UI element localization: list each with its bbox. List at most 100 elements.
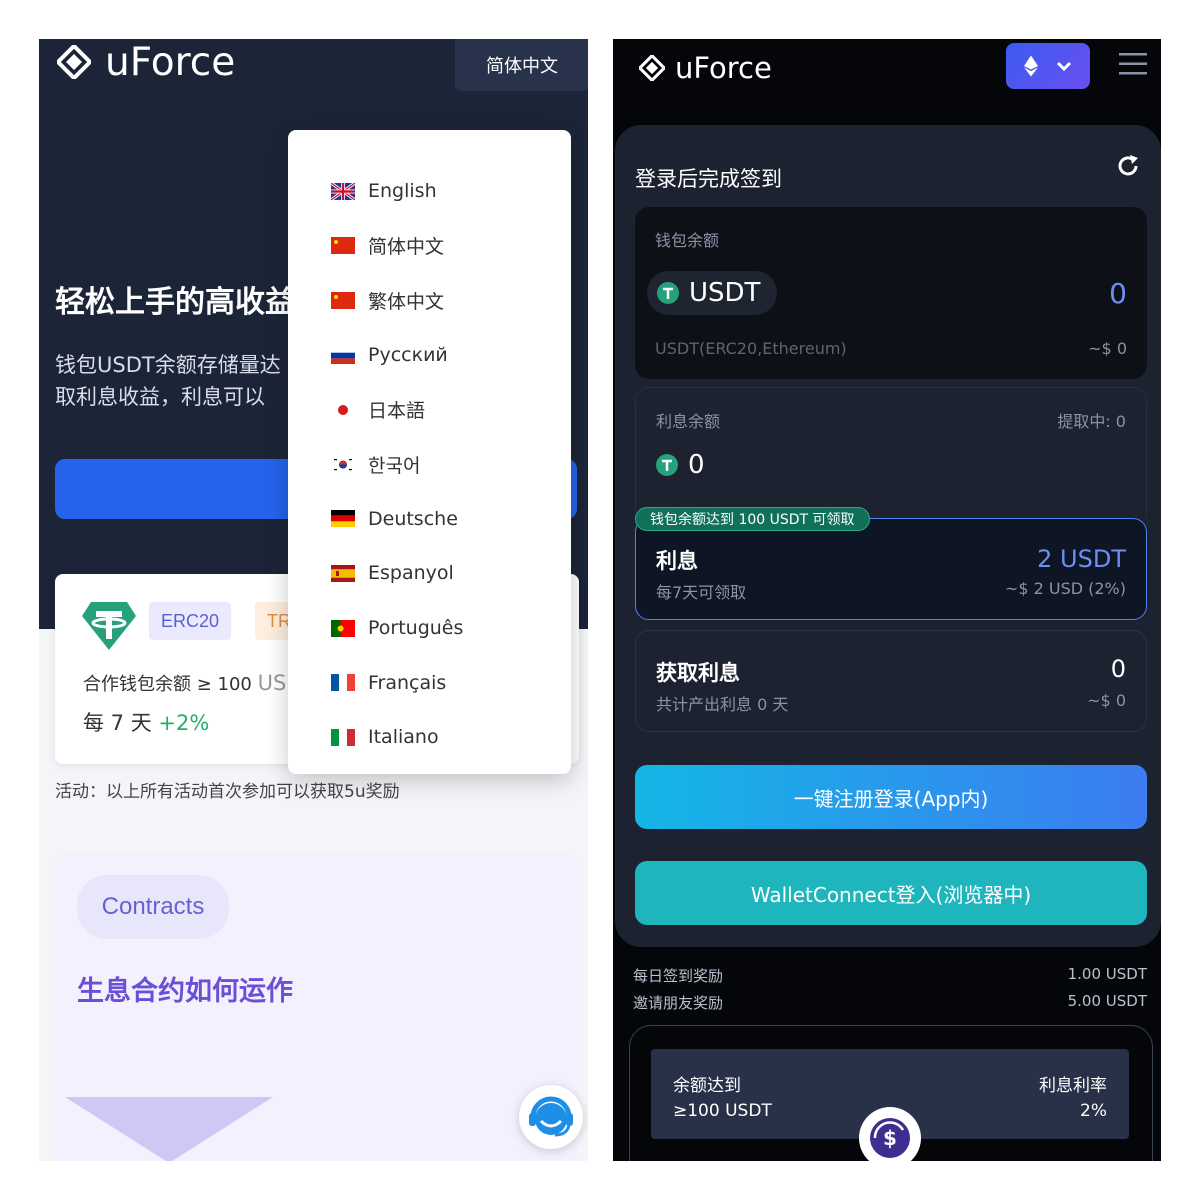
language-label: Русский xyxy=(368,344,448,367)
offer-rate: 每 7 天 +2% xyxy=(83,707,209,737)
korea-flag-icon xyxy=(331,455,355,473)
language-option-traditional-chinese[interactable]: 繁体中文 xyxy=(288,273,571,328)
china-flag-icon xyxy=(331,237,355,255)
offer-rate-percent: +2% xyxy=(158,711,210,735)
usdt-token-icon xyxy=(657,282,679,304)
language-label: 简体中文 xyxy=(368,236,445,259)
language-option-french[interactable]: Français xyxy=(288,655,571,710)
left-screen: uForce 简体中文 轻松上手的高收益 钱包USDT余额存储量达 取利息收益，… xyxy=(39,39,588,1161)
dollar-coin-icon: $ xyxy=(870,1118,910,1158)
network-label: USDT(ERC20,Ethereum) xyxy=(655,339,847,358)
chip-erc20: ERC20 xyxy=(149,602,232,640)
wallet-amount: 0 xyxy=(1109,277,1127,310)
invite-reward-value: 5.00 USDT xyxy=(1067,992,1147,1010)
uk-flag-icon xyxy=(331,182,355,200)
language-label: Italiano xyxy=(368,726,439,749)
language-option-english[interactable]: English xyxy=(288,164,571,219)
language-option-korean[interactable]: 한국어 xyxy=(288,437,571,492)
italy-flag-icon xyxy=(331,728,355,746)
brand-logo[interactable]: uForce xyxy=(57,39,235,85)
decorative-triangle xyxy=(65,1097,273,1161)
language-option-german[interactable]: Deutsche xyxy=(288,492,571,547)
language-option-russian[interactable]: Русский xyxy=(288,328,571,383)
spain-flag-icon xyxy=(331,564,355,582)
interest-amount: 2 USDT xyxy=(1037,545,1126,573)
svg-text:$: $ xyxy=(883,1126,897,1150)
wallet-balance-label: 钱包余额 xyxy=(655,231,720,250)
language-label: 繁体中文 xyxy=(368,290,445,313)
earn-amount: 0 xyxy=(1110,655,1126,683)
earn-subtitle: 共计产出利息 0 天 xyxy=(656,695,789,714)
language-label: Deutsche xyxy=(368,507,458,530)
interest-usd: ~$ 2 USD (2%) xyxy=(1004,579,1126,598)
contracts-tag: Contracts xyxy=(77,875,229,939)
uforce-logo-icon xyxy=(639,55,665,81)
interest-balance-label: 利息余额 xyxy=(656,412,721,431)
invite-reward-label: 邀请朋友奖励 xyxy=(633,994,724,1012)
portugal-flag-icon xyxy=(331,619,355,637)
interest-balance-card: 利息余额 提取中: 0 0 xyxy=(635,387,1147,517)
interest-title: 利息 xyxy=(656,549,698,573)
rate-head-rate: 利息利率 xyxy=(1039,1076,1107,1096)
earn-title: 获取利息 xyxy=(656,661,740,685)
language-label: 日本語 xyxy=(368,400,426,423)
language-dropdown: English 简体中文 繁体中文 Русский 日本語 한국어 Deutsc… xyxy=(288,130,571,774)
earn-usd: ~$ 0 xyxy=(1087,691,1126,710)
contracts-title: 生息合约如何运作 xyxy=(77,976,293,1007)
panel-title: 登录后完成签到 xyxy=(635,167,782,191)
withdrawing-status: 提取中: 0 xyxy=(1057,412,1126,431)
interest-claim-card[interactable]: 钱包余额达到 100 USDT 可领取 利息 每7天可领取 2 USDT ~$ … xyxy=(635,507,1147,620)
offer-rule-text: 合作钱包余额 ≥ 100 xyxy=(83,674,252,695)
daily-reward-label: 每日签到奖励 xyxy=(633,967,724,985)
token-pill[interactable]: USDT xyxy=(647,271,777,315)
daily-reward-row: 每日签到奖励 1.00 USDT xyxy=(633,965,1147,986)
wallet-balance-card: 钱包余额 USDT 0 USDT(ERC20,Ethereum) ~$ 0 xyxy=(635,207,1147,379)
dollar-coin: $ xyxy=(859,1107,921,1161)
support-agent-icon xyxy=(529,1096,573,1137)
language-option-italian[interactable]: Italiano xyxy=(288,710,571,765)
rate-value-rate: 2% xyxy=(1080,1101,1107,1121)
support-button[interactable] xyxy=(519,1085,583,1149)
germany-flag-icon xyxy=(331,510,355,528)
offer-rate-prefix: 每 7 天 xyxy=(83,711,152,735)
language-option-portuguese[interactable]: Português xyxy=(288,601,571,656)
ethereum-icon xyxy=(1024,55,1038,77)
offer-rule: 合作钱包余额 ≥ 100 US xyxy=(83,670,286,696)
rate-value-balance: ≥100 USDT xyxy=(673,1101,772,1121)
russia-flag-icon xyxy=(331,346,355,364)
main-panel: 登录后完成签到 钱包余额 USDT 0 USDT(ERC20,Ethereum)… xyxy=(615,125,1161,947)
language-option-spanish[interactable]: Espanyol xyxy=(288,546,571,601)
language-label: Français xyxy=(368,671,447,694)
earn-interest-card[interactable]: 获取利息 共计产出利息 0 天 0 ~$ 0 xyxy=(635,630,1147,732)
language-label: English xyxy=(368,180,437,203)
interest-balance-amount: 0 xyxy=(688,450,705,480)
language-label: 한국어 xyxy=(368,454,421,477)
chevron-down-icon xyxy=(1056,61,1072,71)
refresh-icon[interactable] xyxy=(1115,153,1141,179)
china-flag-icon xyxy=(331,291,355,309)
language-option-japanese[interactable]: 日本語 xyxy=(288,382,571,437)
promo-text: 活动：以上所有活动首次参加可以获取5u奖励 xyxy=(55,782,400,802)
tether-icon xyxy=(82,602,136,650)
register-login-button[interactable]: 一键注册登录(App内) xyxy=(635,765,1147,829)
language-button[interactable]: 简体中文 xyxy=(455,39,588,91)
hero-title: 轻松上手的高收益 xyxy=(55,285,295,320)
france-flag-icon xyxy=(331,674,355,692)
invite-reward-row: 邀请朋友奖励 5.00 USDT xyxy=(633,992,1147,1013)
language-label: Português xyxy=(368,617,464,640)
hamburger-icon[interactable] xyxy=(1119,51,1147,77)
uforce-logo-icon xyxy=(57,45,91,79)
brand-name: uForce xyxy=(675,51,772,85)
language-label: Espanyol xyxy=(368,562,454,585)
brand-logo[interactable]: uForce xyxy=(639,45,772,91)
claim-threshold-badge: 钱包余额达到 100 USDT 可领取 xyxy=(635,507,870,531)
network-selector[interactable] xyxy=(1006,43,1090,89)
walletconnect-button[interactable]: WalletConnect登入(浏览器中) xyxy=(635,861,1147,925)
interest-balance-value: 0 xyxy=(656,450,705,480)
brand-name: uForce xyxy=(105,39,236,85)
wallet-usd: ~$ 0 xyxy=(1088,339,1127,358)
usdt-token-icon xyxy=(656,454,678,476)
language-option-simplified-chinese[interactable]: 简体中文 xyxy=(288,219,571,274)
daily-reward-value: 1.00 USDT xyxy=(1067,965,1147,983)
right-screen: uForce 登录后完成签到 钱包余额 USDT 0 USDT(ERC20,Et… xyxy=(613,39,1161,1161)
